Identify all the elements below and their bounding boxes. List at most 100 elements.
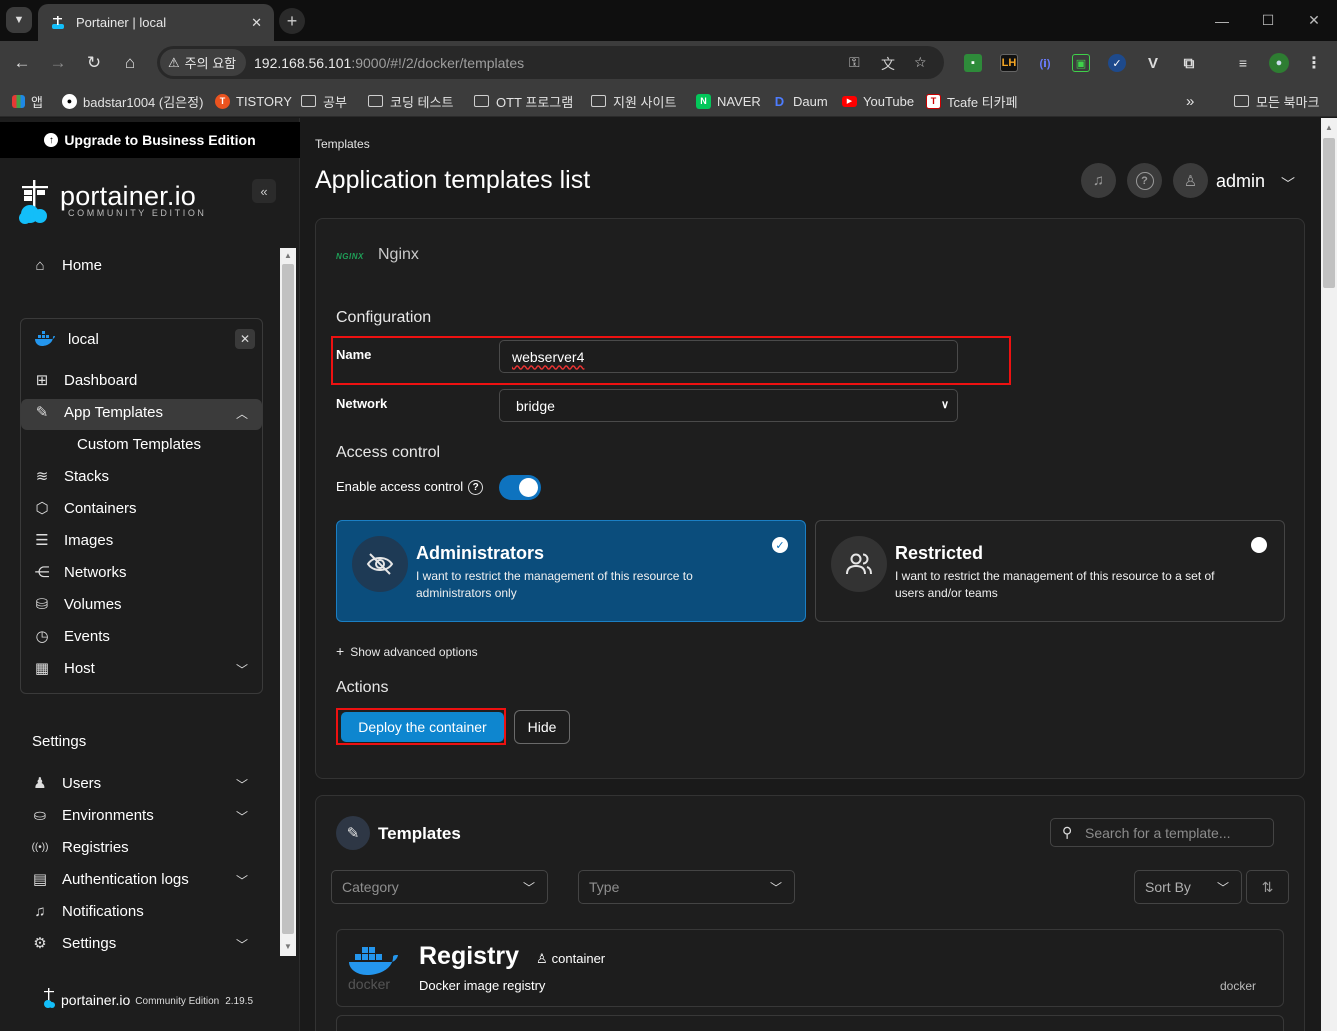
sidebar-item-custom-templates[interactable]: Custom Templates [77,431,201,457]
address-bar[interactable]: ⚠ 주의 요함 192.168.56.101:9000/#!/2/docker/… [157,46,944,79]
bookmark-tcafe[interactable]: T Tcafe 티카페 [926,92,1018,110]
bookmark-github[interactable]: ● badstar1004 (김은정) [62,92,203,110]
notifications-bell-icon[interactable]: ♫ [1081,163,1116,198]
category-select[interactable]: Category ﹀ [331,870,548,904]
close-environment-icon[interactable]: ✕ [235,329,255,349]
page-scrollbar-thumb[interactable] [1323,138,1335,288]
sidebar-item-notifications[interactable]: ♫ Notifications [32,898,143,924]
back-icon[interactable]: ← [8,49,36,77]
all-bookmarks[interactable]: 모든 북마크 [1234,92,1319,110]
vivaldi-extension-icon[interactable]: V [1144,54,1162,72]
media-queue-icon[interactable]: ≡ [1234,54,1252,72]
url-text[interactable]: 192.168.56.101:9000/#!/2/docker/template… [254,55,524,71]
bookmark-label: badstar1004 (김은정) [83,94,204,110]
sidebar-item-registries[interactable]: ((•)) Registries [32,834,129,860]
browser-menu-icon[interactable]: ⋮ [1305,54,1323,72]
hide-button[interactable]: Hide [514,710,570,744]
sidebar-item-auth-logs[interactable]: ▤ Authentication logs [32,866,189,892]
lock-extension-icon[interactable]: ▣ [1072,54,1090,72]
environment-header[interactable]: local [34,326,99,352]
extension-icon[interactable]: ▪ [964,54,982,72]
user-avatar-icon[interactable]: ♙ [1173,163,1208,198]
password-key-icon[interactable]: ⚿ [849,54,860,71]
collapse-sidebar-icon[interactable]: « [252,179,276,203]
chevron-down-icon[interactable]: ﹀ [236,936,248,953]
tab-close-icon[interactable]: ✕ [251,15,262,31]
user-menu-chevron-icon[interactable]: ﹀ [1281,174,1295,194]
check-extension-icon[interactable]: ✓ [1108,54,1126,72]
sidebar-scrollbar-thumb[interactable] [282,264,294,934]
security-chip[interactable]: ⚠ 주의 요함 [160,49,247,76]
new-tab-icon[interactable]: + [279,8,305,34]
extensions-puzzle-icon[interactable]: ⧉ [1180,54,1198,72]
home-icon[interactable]: ⌂ [116,49,144,77]
user-name[interactable]: admin [1216,171,1265,192]
wave-extension-icon[interactable]: (ⅰ) [1036,54,1054,72]
scroll-down-icon[interactable]: ▼ [284,942,292,951]
bookmark-star-icon[interactable]: ☆ [914,54,927,71]
folder-icon [474,95,489,107]
sidebar-item-app-templates[interactable]: ✎ App Templates [34,399,163,425]
sidebar-item-environments[interactable]: ⛀ Environments [32,802,154,828]
sidebar-item-networks[interactable]: ⋲ Networks [34,559,127,585]
sidebar-item-dashboard[interactable]: ⊞ Dashboard [34,367,138,393]
access-option-restricted[interactable]: Restricted I want to restrict the manage… [815,520,1285,622]
sidebar-scrollbar[interactable]: ▲ ▼ [280,248,296,956]
tab-search-chevron-icon[interactable]: ▼ [6,7,32,33]
chevron-down-icon[interactable]: ﹀ [236,808,248,825]
chevron-down-icon[interactable]: ﹀ [236,776,248,793]
scroll-up-icon[interactable]: ▲ [1325,123,1333,132]
radio-unchecked-icon[interactable] [1251,537,1267,553]
access-control-toggle[interactable] [499,475,541,500]
template-item-next[interactable] [336,1015,1284,1031]
more-bookmarks-icon[interactable]: » [1186,92,1194,110]
close-window-icon[interactable]: ✕ [1291,0,1337,41]
translate-icon[interactable]: 文 [881,54,895,74]
sort-order-button[interactable]: ⇅ [1246,870,1289,904]
page-scrollbar[interactable]: ▲ [1321,118,1337,1031]
sidebar-item-events[interactable]: ◷ Events [34,623,109,649]
maximize-icon[interactable]: ☐ [1245,0,1291,41]
upgrade-button[interactable]: ↑ Upgrade to Business Edition [0,122,300,158]
minimize-icon[interactable]: — [1199,0,1245,41]
bookmark-folder-ott[interactable]: OTT 프로그램 [474,92,573,110]
sort-select[interactable]: Sort By ﹀ [1134,870,1242,904]
lh-extension-icon[interactable]: LH [1000,54,1018,72]
chevron-up-icon[interactable]: ︿ [236,405,248,422]
radio-checked-icon[interactable]: ✓ [772,537,788,553]
access-option-administrators[interactable]: Administrators I want to restrict the ma… [336,520,806,622]
sidebar-item-home[interactable]: ⌂ Home [32,252,102,278]
show-advanced-options[interactable]: + Show advanced options [336,643,478,659]
sidebar-item-volumes[interactable]: ⛁ Volumes [34,591,122,617]
breadcrumb[interactable]: Templates [315,137,370,151]
sidebar-item-containers[interactable]: ⬡ Containers [34,495,136,521]
help-circle-icon[interactable]: ? [1127,163,1162,198]
bookmark-apps[interactable]: 앱 [12,92,43,110]
chevron-down-icon[interactable]: ﹀ [236,872,248,889]
forward-icon[interactable]: → [44,49,72,77]
browser-tab[interactable]: Portainer | local ✕ [38,4,274,41]
template-item-registry[interactable]: docker Registry ♙ container Docker image … [336,929,1284,1007]
scroll-up-icon[interactable]: ▲ [284,251,292,260]
reload-icon[interactable]: ↻ [80,49,108,77]
users-icon: ♟ [33,775,47,792]
type-select[interactable]: Type ﹀ [578,870,795,904]
bookmark-folder-study[interactable]: 공부 [301,92,347,110]
sidebar-item-settings[interactable]: ⚙ Settings [32,930,116,956]
bookmark-daum[interactable]: D Daum [772,92,828,110]
bookmark-youtube[interactable]: ▶ YouTube [842,92,914,110]
sidebar-item-stacks[interactable]: ≋ Stacks [34,463,109,489]
help-icon[interactable]: ? [468,480,484,496]
template-search-input[interactable]: ⚲ Search for a template... [1050,818,1274,847]
bookmark-naver[interactable]: N NAVER [696,92,761,110]
bookmark-folder-coding[interactable]: 코딩 테스트 [368,92,453,110]
bookmark-folder-support[interactable]: 지원 사이트 [591,92,676,110]
sidebar-item-host[interactable]: ▦ Host [34,655,95,681]
sidebar-item-users[interactable]: ♟ Users [32,770,101,796]
brand-logo[interactable]: portainer.io COMMUNITY EDITION [18,178,204,231]
network-select[interactable]: bridge ∨ [499,389,958,422]
chevron-down-icon[interactable]: ﹀ [236,661,248,678]
profile-avatar-icon[interactable]: ● [1269,53,1289,73]
bookmark-tistory[interactable]: T TISTORY [215,92,292,110]
sidebar-item-images[interactable]: ☰ Images [34,527,113,553]
